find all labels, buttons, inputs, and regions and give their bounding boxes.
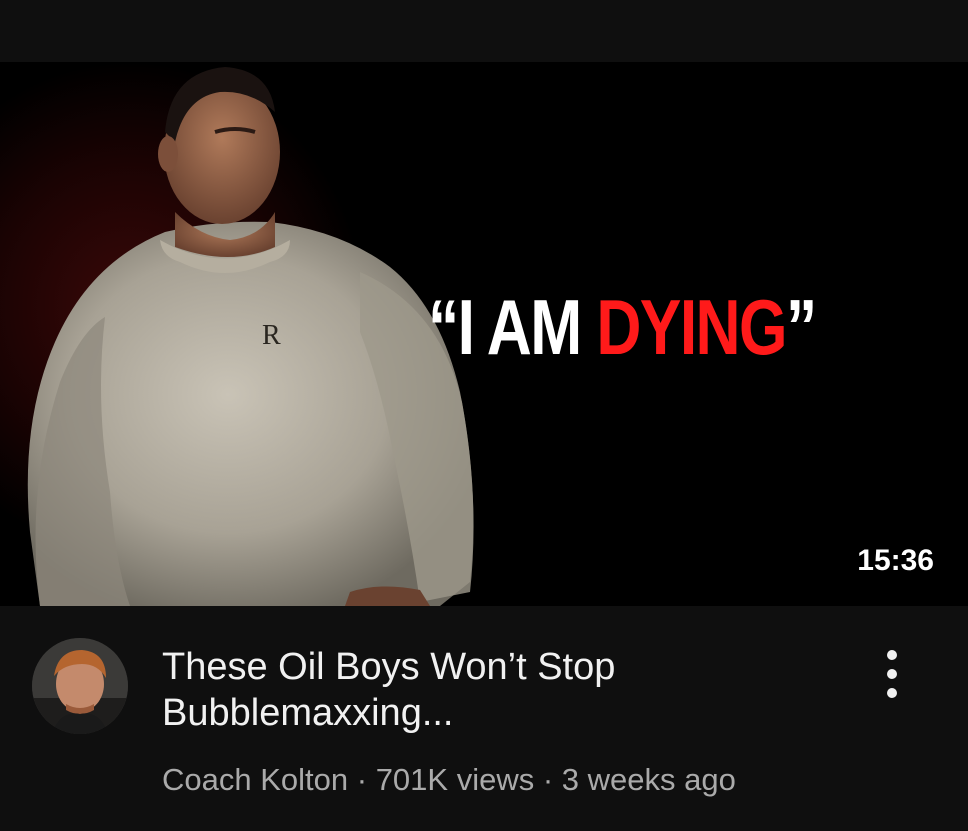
avatar-image [32, 638, 128, 734]
video-title[interactable]: These Oil Boys Won’t Stop Bubblemaxxing.… [162, 644, 782, 736]
headline-red-word: DYING [596, 283, 787, 371]
channel-name[interactable]: Coach Kolton [162, 762, 348, 797]
headline-close: ” [785, 283, 817, 371]
video-card: R “I AM DYING” 15:36 These Oil Boys Won’… [0, 0, 968, 831]
kebab-dot [887, 650, 897, 660]
more-vertical-icon[interactable] [872, 646, 912, 702]
video-thumbnail[interactable]: R “I AM DYING” 15:36 [0, 62, 968, 606]
view-count: 701K views [375, 762, 535, 797]
channel-avatar-icon[interactable] [32, 638, 128, 734]
video-title-line-2: Bubblemaxxing... [162, 692, 454, 734]
kebab-dot [887, 669, 897, 679]
video-title-line-1: These Oil Boys Won’t Stop [162, 646, 616, 688]
video-meta: These Oil Boys Won’t Stop Bubblemaxxing.… [0, 606, 968, 831]
separator-dot: · [534, 762, 562, 797]
separator-dot: · [348, 762, 376, 797]
upload-age: 3 weeks ago [561, 762, 736, 797]
top-bar [0, 0, 968, 62]
video-metadata-line: Coach Kolton · 701K views · 3 weeks ago [162, 760, 736, 800]
kebab-dot [887, 688, 897, 698]
thumbnail-headline: “I AM DYING” [428, 282, 817, 372]
headline-open: “I AM [428, 283, 597, 371]
video-duration-badge: 15:36 [857, 544, 934, 577]
dior-logo-icon: R [262, 320, 281, 351]
